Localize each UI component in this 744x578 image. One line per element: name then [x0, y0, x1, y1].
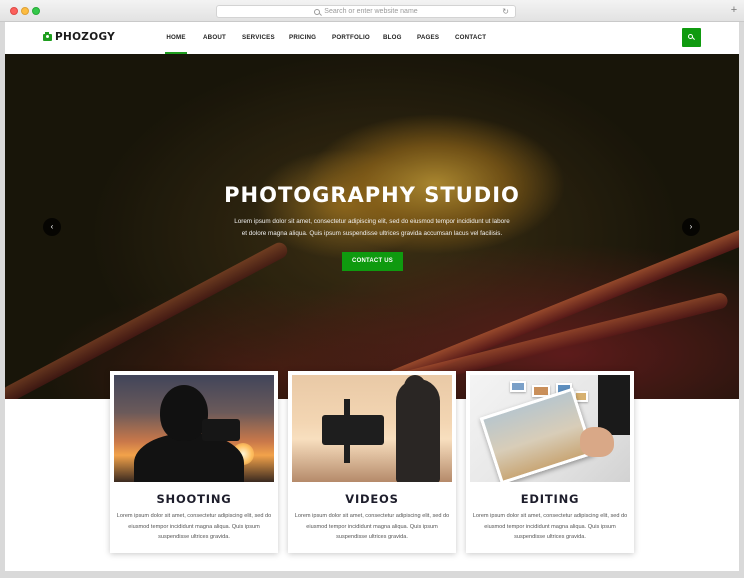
service-card-videos[interactable]: VIDEOS Lorem ipsum dolor sit amet, conse…	[288, 371, 456, 553]
service-title: SHOOTING	[156, 492, 232, 506]
service-card-editing[interactable]: EDITING Lorem ipsum dolor sit amet, cons…	[466, 371, 634, 553]
nav-item-about[interactable]: ABOUT	[203, 22, 226, 54]
hero-slider: PHOTOGRAPHY STUDIO Lorem ipsum dolor sit…	[5, 54, 739, 399]
site-header: PHOZOGY HOME ABOUT SERVICES PRICING PORT…	[5, 22, 739, 54]
web-page: PHOZOGY HOME ABOUT SERVICES PRICING PORT…	[5, 22, 739, 571]
nav-item-contact[interactable]: CONTACT	[455, 22, 486, 54]
contact-us-button[interactable]: CONTACT US	[342, 252, 403, 271]
thumbnail-print	[510, 381, 526, 392]
minimize-window-button[interactable]	[21, 7, 29, 15]
close-window-button[interactable]	[10, 7, 18, 15]
service-description: Lorem ipsum dolor sit amet, consectetur …	[294, 513, 450, 540]
site-search-button[interactable]	[682, 28, 701, 47]
camera-graphic	[202, 419, 240, 441]
search-icon	[688, 34, 693, 39]
hero-title: PHOTOGRAPHY STUDIO	[224, 183, 520, 207]
monitor-graphic	[598, 375, 630, 435]
hand-graphic	[580, 427, 614, 457]
shooting-photo	[114, 375, 274, 482]
main-menu: HOME ABOUT SERVICES PRICING PORTFOLIO BL…	[165, 22, 486, 54]
service-description: Lorem ipsum dolor sit amet, consectetur …	[116, 513, 272, 540]
video-camera-graphic	[322, 415, 384, 445]
new-tab-button[interactable]: +	[728, 5, 740, 17]
editing-photo	[470, 375, 630, 482]
service-title: VIDEOS	[345, 492, 399, 506]
address-bar-placeholder: Search or enter website name	[324, 8, 418, 15]
search-icon	[314, 8, 321, 15]
videos-photo	[292, 375, 452, 482]
service-title: EDITING	[520, 492, 580, 506]
nav-item-services[interactable]: SERVICES	[242, 22, 275, 54]
service-card-shooting[interactable]: SHOOTING Lorem ipsum dolor sit amet, con…	[110, 371, 278, 553]
zoom-window-button[interactable]	[32, 7, 40, 15]
slider-prev-button[interactable]: ‹	[43, 218, 61, 236]
nav-item-pages[interactable]: PAGES	[417, 22, 439, 54]
nav-item-blog[interactable]: BLOG	[383, 22, 401, 54]
photographer-head	[160, 385, 208, 441]
camera-icon	[43, 31, 52, 41]
slider-next-button[interactable]: ›	[682, 218, 700, 236]
videographer-head	[404, 375, 426, 399]
browser-toolbar: Search or enter website name ↻ +	[0, 0, 744, 22]
hero-description: Lorem ipsum dolor sit amet, consectetur …	[234, 218, 510, 237]
reload-icon[interactable]: ↻	[502, 7, 509, 16]
nav-item-pricing[interactable]: PRICING	[289, 22, 316, 54]
logo-text: PHOZOGY	[55, 31, 116, 43]
nav-item-home[interactable]: HOME	[165, 22, 187, 54]
address-bar[interactable]: Search or enter website name ↻	[216, 5, 516, 18]
site-logo[interactable]: PHOZOGY	[43, 31, 115, 43]
landscape-print	[479, 387, 595, 482]
nav-item-portfolio[interactable]: PORTFOLIO	[332, 22, 370, 54]
service-description: Lorem ipsum dolor sit amet, consectetur …	[472, 513, 628, 540]
